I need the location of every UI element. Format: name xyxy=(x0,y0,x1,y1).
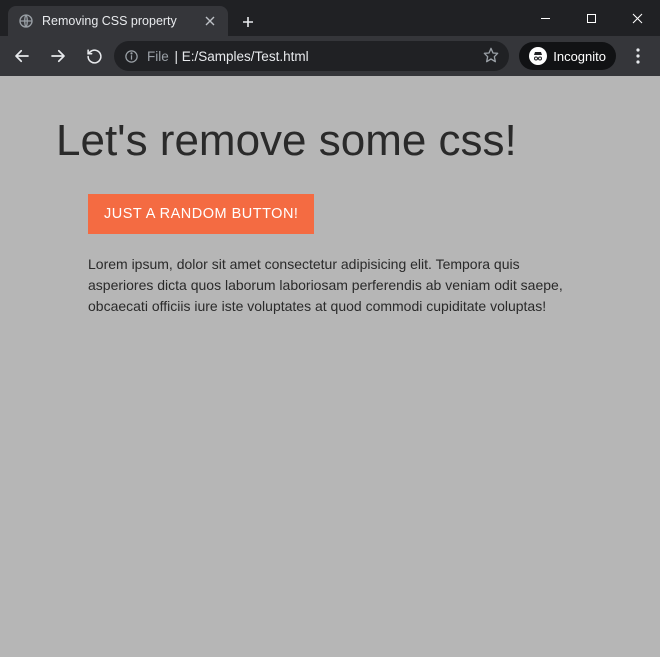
browser-tab[interactable]: Removing CSS property xyxy=(8,6,228,36)
info-icon xyxy=(124,49,139,64)
close-icon[interactable] xyxy=(202,13,218,29)
back-button[interactable] xyxy=(6,40,38,72)
forward-button[interactable] xyxy=(42,40,74,72)
reload-button[interactable] xyxy=(78,40,110,72)
url-prefix: File xyxy=(147,49,169,64)
url-text: File | E:/Samples/Test.html xyxy=(147,49,475,64)
address-bar[interactable]: File | E:/Samples/Test.html xyxy=(114,41,509,71)
page-inner: JUST A RANDOM BUTTON! Lorem ipsum, dolor… xyxy=(56,194,604,317)
incognito-icon xyxy=(529,47,547,65)
url-separator: | xyxy=(171,49,182,64)
maximize-button[interactable] xyxy=(568,0,614,36)
page-content: Let's remove some css! JUST A RANDOM BUT… xyxy=(0,76,660,351)
globe-icon xyxy=(18,13,34,29)
random-button[interactable]: JUST A RANDOM BUTTON! xyxy=(88,194,314,234)
minimize-button[interactable] xyxy=(522,0,568,36)
page-viewport: Let's remove some css! JUST A RANDOM BUT… xyxy=(0,76,660,657)
new-tab-button[interactable] xyxy=(234,8,262,36)
tab-title: Removing CSS property xyxy=(42,14,194,28)
titlebar: Removing CSS property xyxy=(0,0,660,36)
tabs-area: Removing CSS property xyxy=(0,0,522,36)
close-window-button[interactable] xyxy=(614,0,660,36)
browser-window: Removing CSS property xyxy=(0,0,660,657)
window-controls xyxy=(522,0,660,36)
toolbar: File | E:/Samples/Test.html Incognito xyxy=(0,36,660,76)
menu-button[interactable] xyxy=(622,40,654,72)
incognito-badge[interactable]: Incognito xyxy=(519,42,616,70)
incognito-label: Incognito xyxy=(553,49,606,64)
url-path: E:/Samples/Test.html xyxy=(182,49,309,64)
page-heading: Let's remove some css! xyxy=(56,116,604,166)
lorem-paragraph: Lorem ipsum, dolor sit amet consectetur … xyxy=(88,254,568,317)
bookmark-star-icon[interactable] xyxy=(483,47,499,66)
